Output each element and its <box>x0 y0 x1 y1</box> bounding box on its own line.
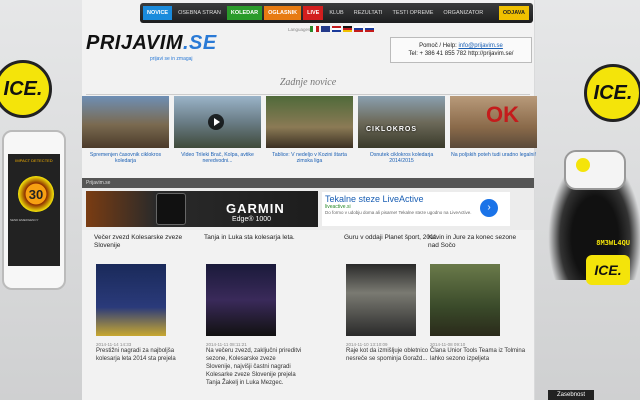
banner-label-bar: Prijavim.se <box>82 178 534 188</box>
phone-illustration: IMPACT DETECTED 30 SEND EMERGENCY <box>2 130 66 290</box>
news-caption[interactable]: Video Trileki Brač, Kolpa, avtike neredv… <box>174 152 261 164</box>
garmin-brand: GARMIN <box>226 201 285 216</box>
nav-item-live[interactable]: LIVE <box>303 6 324 20</box>
nav-item-koledar[interactable]: KOLEDAR <box>226 6 263 20</box>
contact-email-link[interactable]: info@prijavim.se <box>458 43 502 49</box>
bottom-news-item[interactable]: Tanja in Luka sta kolesarja leta. 2014-11… <box>202 234 302 387</box>
nav-item-rezultati[interactable]: REZULTATI <box>350 6 387 20</box>
main-content: NOVICE OSEBNA STRAN KOLEDAR OGLASNIK LIVE KLU… <box>82 0 537 400</box>
bottom-news-excerpt: Na večeru zvezd, zaključni prireditvi se… <box>206 348 302 386</box>
latest-news-row: Spremenjen časovnik ciklokros koledarja V… <box>82 96 537 172</box>
garmin-device-image <box>156 193 186 225</box>
section-divider <box>86 94 530 95</box>
countdown-dial: 30 <box>18 176 54 212</box>
helmet-device-image <box>564 150 626 190</box>
privacy-tooltip[interactable]: Zasebnost <box>548 390 594 400</box>
flag-si-icon[interactable] <box>365 26 374 32</box>
phone-caption: SEND EMERGENCY <box>10 218 39 222</box>
ice-logo-right: ICE. <box>584 64 640 122</box>
bottom-news-title[interactable]: Kevin in Jure za konec sezone nad Sočo <box>426 234 526 254</box>
ice-logo-left: ICE. <box>0 60 52 118</box>
news-caption[interactable]: Spremenjen časovnik ciklokros koledarja <box>82 152 169 164</box>
flag-ru-icon[interactable] <box>354 26 363 32</box>
contact-phone: Tel: + 386 41 855 782 http://prijavim.se… <box>408 51 514 57</box>
ad-arrow-icon[interactable]: › <box>480 199 498 217</box>
bottom-news-image[interactable] <box>206 264 276 336</box>
nav-item-osebna-stran[interactable]: OSEBNA STRAN <box>174 6 225 20</box>
news-card[interactable]: Spremenjen časovnik ciklokros koledarja <box>82 96 169 172</box>
news-thumbnail[interactable] <box>82 96 169 148</box>
logo-tagline: prijavi se in zmagaj <box>150 56 193 62</box>
bottom-news-excerpt: Člana Unior Tools Teama iz Tolmina lahko… <box>430 348 526 362</box>
bottom-news-image[interactable] <box>96 264 166 336</box>
nav-item-oglasnik[interactable]: OGLASNIK <box>264 6 302 20</box>
bottom-news-item[interactable]: Kevin in Jure za konec sezone nad Sočo 20… <box>426 234 526 363</box>
language-flags <box>310 26 374 32</box>
phone-screen-title: IMPACT DETECTED <box>15 158 53 163</box>
bottom-news-row: Večer zvezd Kolesarske zveze Slovenije 20… <box>82 234 534 400</box>
thumbnail-overlay-text: OK <box>486 102 519 127</box>
thumbnail-overlay-text: CIKLOKROS <box>366 126 417 133</box>
play-icon[interactable] <box>208 114 224 130</box>
nav-item-testi-opreme[interactable]: TESTI OPREME <box>388 6 437 20</box>
logo-suffix: .SE <box>182 32 217 54</box>
news-thumbnail[interactable] <box>266 96 353 148</box>
flag-it-icon[interactable] <box>310 26 319 32</box>
garmin-model: Edge® 1000 <box>232 216 272 223</box>
news-thumbnail[interactable]: OK <box>450 96 537 148</box>
news-card[interactable]: Video Trileki Brač, Kolpa, avtike neredv… <box>174 96 261 172</box>
garmin-ad[interactable]: GARMIN Edge® 1000 <box>86 191 318 227</box>
news-caption[interactable]: Osnutek ciklokros koledarja 2014/2015 <box>358 152 445 164</box>
phone-screen: IMPACT DETECTED 30 SEND EMERGENCY <box>8 154 60 266</box>
flag-hr-icon[interactable] <box>332 26 341 32</box>
news-thumbnail[interactable]: CIKLOKROS <box>358 96 445 148</box>
right-side-ad[interactable]: ICE. 8M3WL4QU ICE. <box>535 0 640 400</box>
news-caption[interactable]: Na poljskih poteh tudi uradno legalni! <box>450 152 537 158</box>
news-thumbnail[interactable] <box>174 96 261 148</box>
bottom-news-title[interactable]: Tanja in Luka sta kolesarja leta. <box>202 234 302 254</box>
nav-item-novice[interactable]: NOVICE <box>143 6 173 20</box>
nav-item-organizator[interactable]: ORGANIZATOR <box>439 6 487 20</box>
bottom-news-image[interactable] <box>430 264 500 336</box>
logo-main: PRIJAVIM <box>86 32 183 54</box>
news-card[interactable]: CIKLOKROS Osnutek ciklokros koledarja 201… <box>358 96 445 172</box>
bottom-news-title[interactable]: Večer zvezd Kolesarske zveze Slovenije <box>92 234 192 254</box>
main-nav: NOVICE OSEBNA STRAN KOLEDAR OGLASNIK LIVE KLU… <box>140 3 533 23</box>
bottom-news-excerpt: Prestižni nagradi za najboljša kolesarja… <box>96 348 176 362</box>
bottom-news-item[interactable]: Večer zvezd Kolesarske zveze Slovenije 20… <box>92 234 192 363</box>
device-button <box>576 158 590 172</box>
nav-item-klub[interactable]: KLUB <box>325 6 347 20</box>
news-card[interactable]: OK Na poljskih poteh tudi uradno legalni! <box>450 96 537 172</box>
band-code: 8M3WL4QU <box>596 239 630 247</box>
left-side-ad[interactable]: ICE. IMPACT DETECTED 30 SEND EMERGENCY <box>0 0 82 400</box>
text-ad[interactable]: Tekalne steze LiveActive liveactive.si D… <box>322 192 510 226</box>
band-logo: ICE. <box>586 255 630 285</box>
contact-help-label: Pomoč / Help: <box>419 43 459 49</box>
nav-item-odjava[interactable]: ODJAVA <box>498 6 529 20</box>
contact-box: Pomoč / Help: info@prijavim.se Tel: + 38… <box>390 37 532 63</box>
bottom-news-image[interactable] <box>346 264 416 336</box>
site-logo[interactable]: PRIJAVIM.SE prijavi se in zmagaj <box>86 32 236 66</box>
news-caption[interactable]: Tablice: V nedeljo v Kozini štarta zimsk… <box>266 152 353 164</box>
banner-area: GARMIN Edge® 1000 Tekalne steze LiveActi… <box>82 188 534 230</box>
section-title: Zadnje novice <box>279 77 337 88</box>
flag-en-icon[interactable] <box>321 26 330 32</box>
languages-label: Languages: <box>288 27 312 32</box>
flag-de-icon[interactable] <box>343 26 352 32</box>
news-card[interactable]: Tablice: V nedeljo v Kozini štarta zimsk… <box>266 96 353 172</box>
